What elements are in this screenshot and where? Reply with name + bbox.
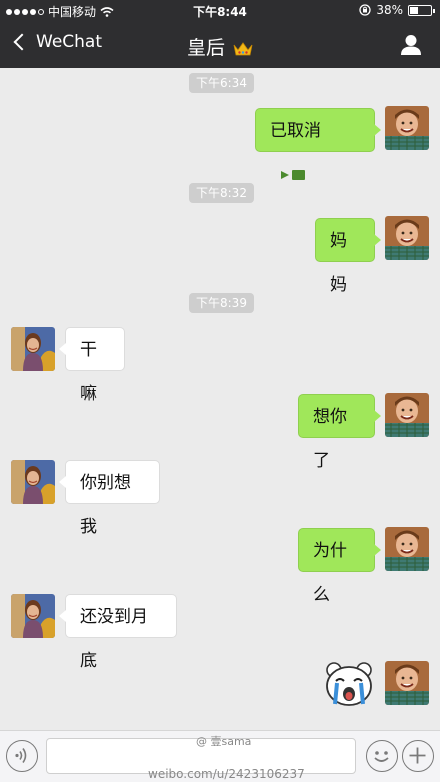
- boy-avatar-icon: [385, 106, 429, 150]
- battery-percent: 38%: [376, 3, 403, 17]
- message-text: 想你了: [313, 407, 347, 471]
- watermark-handle: @ 壹sama: [196, 735, 252, 748]
- message-bubble[interactable]: 妈妈: [315, 218, 381, 295]
- message-text: 你别想我: [80, 473, 131, 537]
- battery-icon: [408, 4, 435, 16]
- my-avatar[interactable]: [385, 216, 429, 260]
- message-text: 已取消: [270, 121, 321, 141]
- message-text: 干嘛: [80, 340, 97, 404]
- boy-avatar-icon: [385, 527, 429, 571]
- status-right: 38%: [359, 3, 435, 17]
- woman-avatar-icon: [11, 594, 55, 638]
- nav-bar: WeChat 皇后: [0, 22, 440, 68]
- crying-bear-sticker-icon[interactable]: [323, 660, 375, 708]
- boy-avatar-icon: [385, 661, 429, 705]
- chat-title: 皇后: [0, 33, 440, 60]
- battery-fill: [410, 6, 418, 14]
- my-avatar[interactable]: [385, 527, 429, 571]
- message-text: 还没到月底: [80, 607, 148, 671]
- chat-area: 下午6:34 已取消 下午8:32 妈妈 下午8:39 干嘛 想你了 你别想我 …: [0, 68, 440, 730]
- voice-icon: [15, 748, 27, 763]
- message-bubble[interactable]: 还没到月底: [59, 594, 177, 671]
- status-bar: 中国移动 下午8:44 38%: [0, 0, 440, 22]
- my-avatar[interactable]: [385, 106, 429, 150]
- emoji-icon: [374, 751, 389, 762]
- message-text: 妈妈: [330, 231, 347, 295]
- message-text: 为什么: [313, 541, 347, 605]
- timestamp: 下午6:34: [189, 73, 254, 93]
- input-bar: @ 壹sama weibo.com/u/2423106237: [0, 730, 440, 782]
- my-avatar[interactable]: [385, 393, 429, 437]
- orientation-lock-icon: [359, 4, 371, 16]
- person-icon[interactable]: [400, 33, 422, 57]
- chat-title-text: 皇后: [186, 37, 225, 59]
- woman-avatar-icon: [11, 460, 55, 504]
- woman-avatar-icon: [11, 327, 55, 371]
- contact-avatar[interactable]: [11, 327, 55, 371]
- crown-emoji-icon: [233, 41, 253, 55]
- message-bubble[interactable]: 已取消: [255, 108, 381, 180]
- message-bubble[interactable]: 干嘛: [59, 327, 125, 404]
- boy-avatar-icon: [385, 393, 429, 437]
- message-bubble[interactable]: 为什么: [298, 528, 381, 605]
- contact-avatar[interactable]: [11, 594, 55, 638]
- message-bubble[interactable]: 你别想我: [59, 460, 160, 537]
- timestamp: 下午8:39: [189, 293, 254, 313]
- my-avatar[interactable]: [385, 661, 429, 705]
- plus-icon: [409, 747, 426, 764]
- boy-avatar-icon: [385, 216, 429, 260]
- plus-button[interactable]: [402, 740, 434, 772]
- contact-avatar[interactable]: [11, 460, 55, 504]
- emoji-button[interactable]: [366, 740, 398, 772]
- timestamp: 下午8:32: [189, 183, 254, 203]
- video-call-icon: [281, 170, 305, 180]
- watermark-url: weibo.com/u/2423106237: [148, 767, 305, 781]
- message-bubble[interactable]: 想你了: [298, 394, 381, 471]
- voice-button[interactable]: [6, 740, 38, 772]
